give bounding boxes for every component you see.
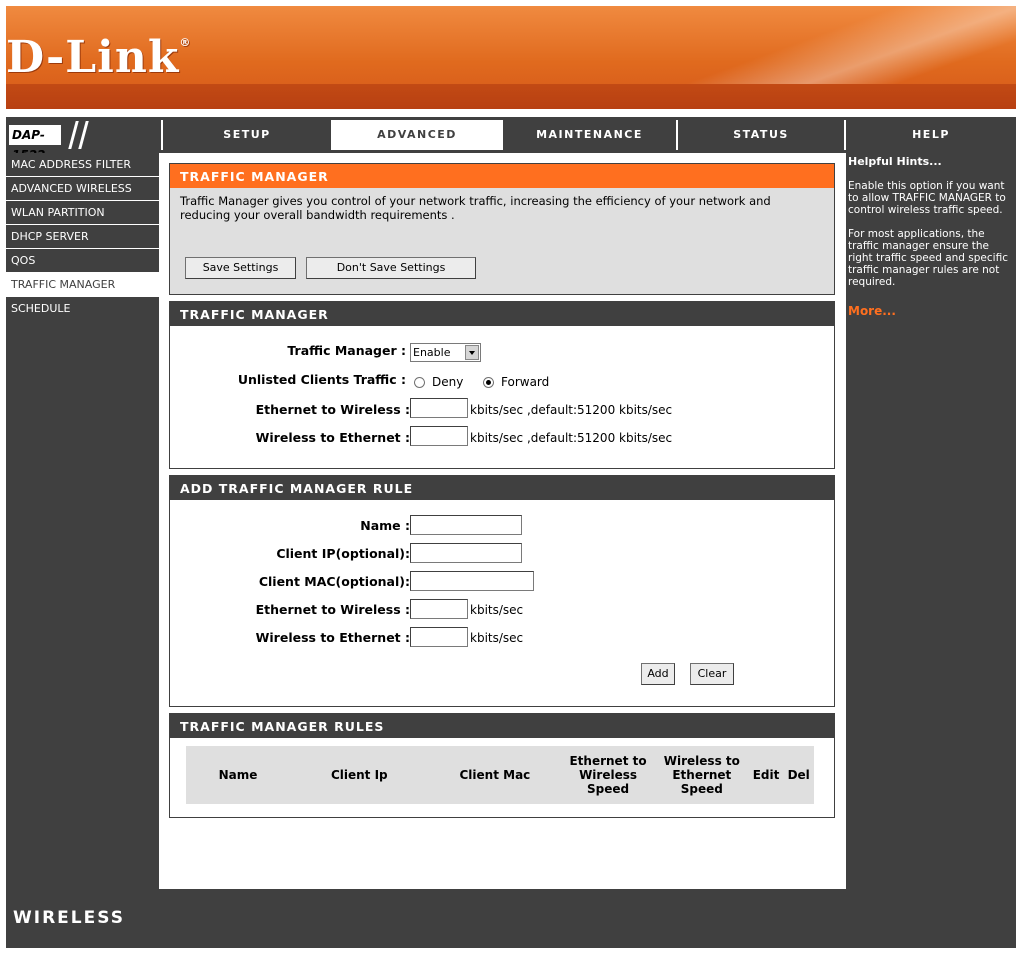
- client-ip-label: Client IP(optional):: [276, 546, 410, 561]
- help-pane: Helpful Hints... Enable this option if y…: [844, 153, 1016, 889]
- forward-label: Forward: [501, 375, 550, 389]
- unlisted-clients-label: Unlisted Clients Traffic :: [237, 372, 406, 387]
- traffic-manager-label: Traffic Manager :: [287, 343, 406, 358]
- model-name: DAP-1522: [9, 125, 61, 162]
- tab-maintenance[interactable]: MAINTENANCE: [501, 120, 676, 150]
- add-rule-title: ADD TRAFFIC MANAGER RULE: [170, 476, 834, 500]
- client-ip-input[interactable]: [410, 543, 522, 563]
- sidebar-item-advanced-wireless[interactable]: ADVANCED WIRELESS: [6, 177, 159, 201]
- tab-status[interactable]: STATUS: [676, 120, 844, 150]
- header-banner: D-Link®: [6, 6, 1016, 109]
- rules-title: TRAFFIC MANAGER RULES: [170, 714, 834, 738]
- column-eth-to-wireless-speed: Ethernet to Wireless Speed: [569, 754, 647, 796]
- client-mac-input[interactable]: [410, 571, 534, 591]
- name-label: Name :: [360, 518, 410, 533]
- save-settings-button[interactable]: Save Settings: [185, 257, 296, 279]
- tab-advanced[interactable]: ADVANCED: [331, 120, 501, 150]
- tab-help[interactable]: HELP: [844, 120, 1016, 150]
- help-title: Helpful Hints...: [848, 155, 942, 168]
- main-content: TRAFFIC MANAGER Traffic Manager gives yo…: [163, 153, 844, 889]
- model-badge: DAP-1522: [6, 117, 161, 162]
- dont-save-settings-button[interactable]: Don't Save Settings: [306, 257, 476, 279]
- chevron-down-icon: [465, 345, 479, 360]
- intro-title: TRAFFIC MANAGER: [170, 164, 834, 188]
- forward-radio[interactable]: [483, 377, 494, 388]
- sidebar-item-wlan-partition[interactable]: WLAN PARTITION: [6, 201, 159, 225]
- header-swoosh: [6, 84, 1016, 109]
- traffic-manager-panel: TRAFFIC MANAGER Traffic Manager : Enable…: [169, 301, 835, 469]
- sidebar: MAC ADDRESS FILTER ADVANCED WIRELESS WLA…: [6, 153, 161, 889]
- header-shine: [656, 6, 1016, 96]
- sidebar-item-traffic-manager[interactable]: TRAFFIC MANAGER: [6, 273, 159, 297]
- eth-to-wireless-input[interactable]: [410, 398, 468, 418]
- add-button[interactable]: Add: [641, 663, 675, 685]
- wireless-to-eth-unit: kbits/sec ,default:51200 kbits/sec: [470, 431, 673, 445]
- column-client-ip: Client Ip: [330, 768, 388, 782]
- rules-header-row: Name Client Ip Client Mac Ethernet to Wi…: [186, 746, 814, 804]
- sidebar-item-qos[interactable]: QOS: [6, 249, 159, 273]
- column-edit: Edit: [752, 768, 780, 782]
- intro-panel: TRAFFIC MANAGER Traffic Manager gives yo…: [169, 163, 835, 295]
- rule-wireless-to-eth-label: Wireless to Ethernet :: [255, 630, 410, 645]
- column-client-mac: Client Mac: [459, 768, 531, 782]
- rules-panel: TRAFFIC MANAGER RULES Name Client Ip Cli…: [169, 713, 835, 818]
- rule-eth-to-wireless-input[interactable]: [410, 599, 468, 619]
- tab-setup[interactable]: SETUP: [161, 120, 331, 150]
- dlink-logo: D-Link®: [6, 32, 191, 83]
- column-name: Name: [218, 768, 258, 782]
- client-mac-label: Client MAC(optional):: [258, 574, 410, 589]
- column-del: Del: [787, 768, 810, 782]
- sidebar-item-dhcp-server[interactable]: DHCP SERVER: [6, 225, 159, 249]
- column-wireless-to-eth-speed: Wireless to Ethernet Speed: [663, 754, 740, 796]
- footer: WIRELESS: [6, 889, 1016, 948]
- rule-eth-to-wireless-unit: kbits/sec: [470, 603, 524, 617]
- help-paragraph-1: Enable this option if you want to allow …: [848, 180, 1006, 216]
- footer-wireless-label: WIRELESS: [13, 908, 125, 928]
- sidebar-item-schedule[interactable]: SCHEDULE: [6, 297, 159, 321]
- registered-mark: ®: [179, 36, 192, 49]
- slash-icon: [66, 121, 94, 149]
- eth-to-wireless-label: Ethernet to Wireless :: [255, 402, 410, 417]
- clear-button[interactable]: Clear: [690, 663, 734, 685]
- intro-text: Traffic Manager gives you control of you…: [180, 194, 771, 222]
- traffic-manager-title: TRAFFIC MANAGER: [170, 302, 834, 326]
- deny-radio[interactable]: [414, 377, 425, 388]
- more-link[interactable]: More...: [848, 304, 1014, 318]
- rules-table: Name Client Ip Client Mac Ethernet to Wi…: [186, 746, 814, 804]
- wireless-to-eth-label: Wireless to Ethernet :: [255, 430, 410, 445]
- help-paragraph-2: For most applications, the traffic manag…: [848, 228, 1008, 288]
- rule-eth-to-wireless-label: Ethernet to Wireless :: [255, 602, 410, 617]
- name-input[interactable]: [410, 515, 522, 535]
- top-nav: DAP-1522 SETUP ADVANCED MAINTENANCE STAT…: [6, 117, 1016, 162]
- logo-text: D-Link: [6, 32, 180, 83]
- traffic-manager-value: Enable: [413, 346, 451, 359]
- traffic-manager-select[interactable]: Enable: [410, 343, 481, 362]
- rule-wireless-to-eth-input[interactable]: [410, 627, 468, 647]
- deny-label: Deny: [432, 375, 464, 389]
- rule-wireless-to-eth-unit: kbits/sec: [470, 631, 524, 645]
- header-gap: [6, 109, 1016, 117]
- add-rule-panel: ADD TRAFFIC MANAGER RULE Name : Client I…: [169, 475, 835, 707]
- eth-to-wireless-unit: kbits/sec ,default:51200 kbits/sec: [470, 403, 673, 417]
- wireless-to-eth-input[interactable]: [410, 426, 468, 446]
- sidebar-item-mac-address-filter[interactable]: MAC ADDRESS FILTER: [6, 153, 159, 177]
